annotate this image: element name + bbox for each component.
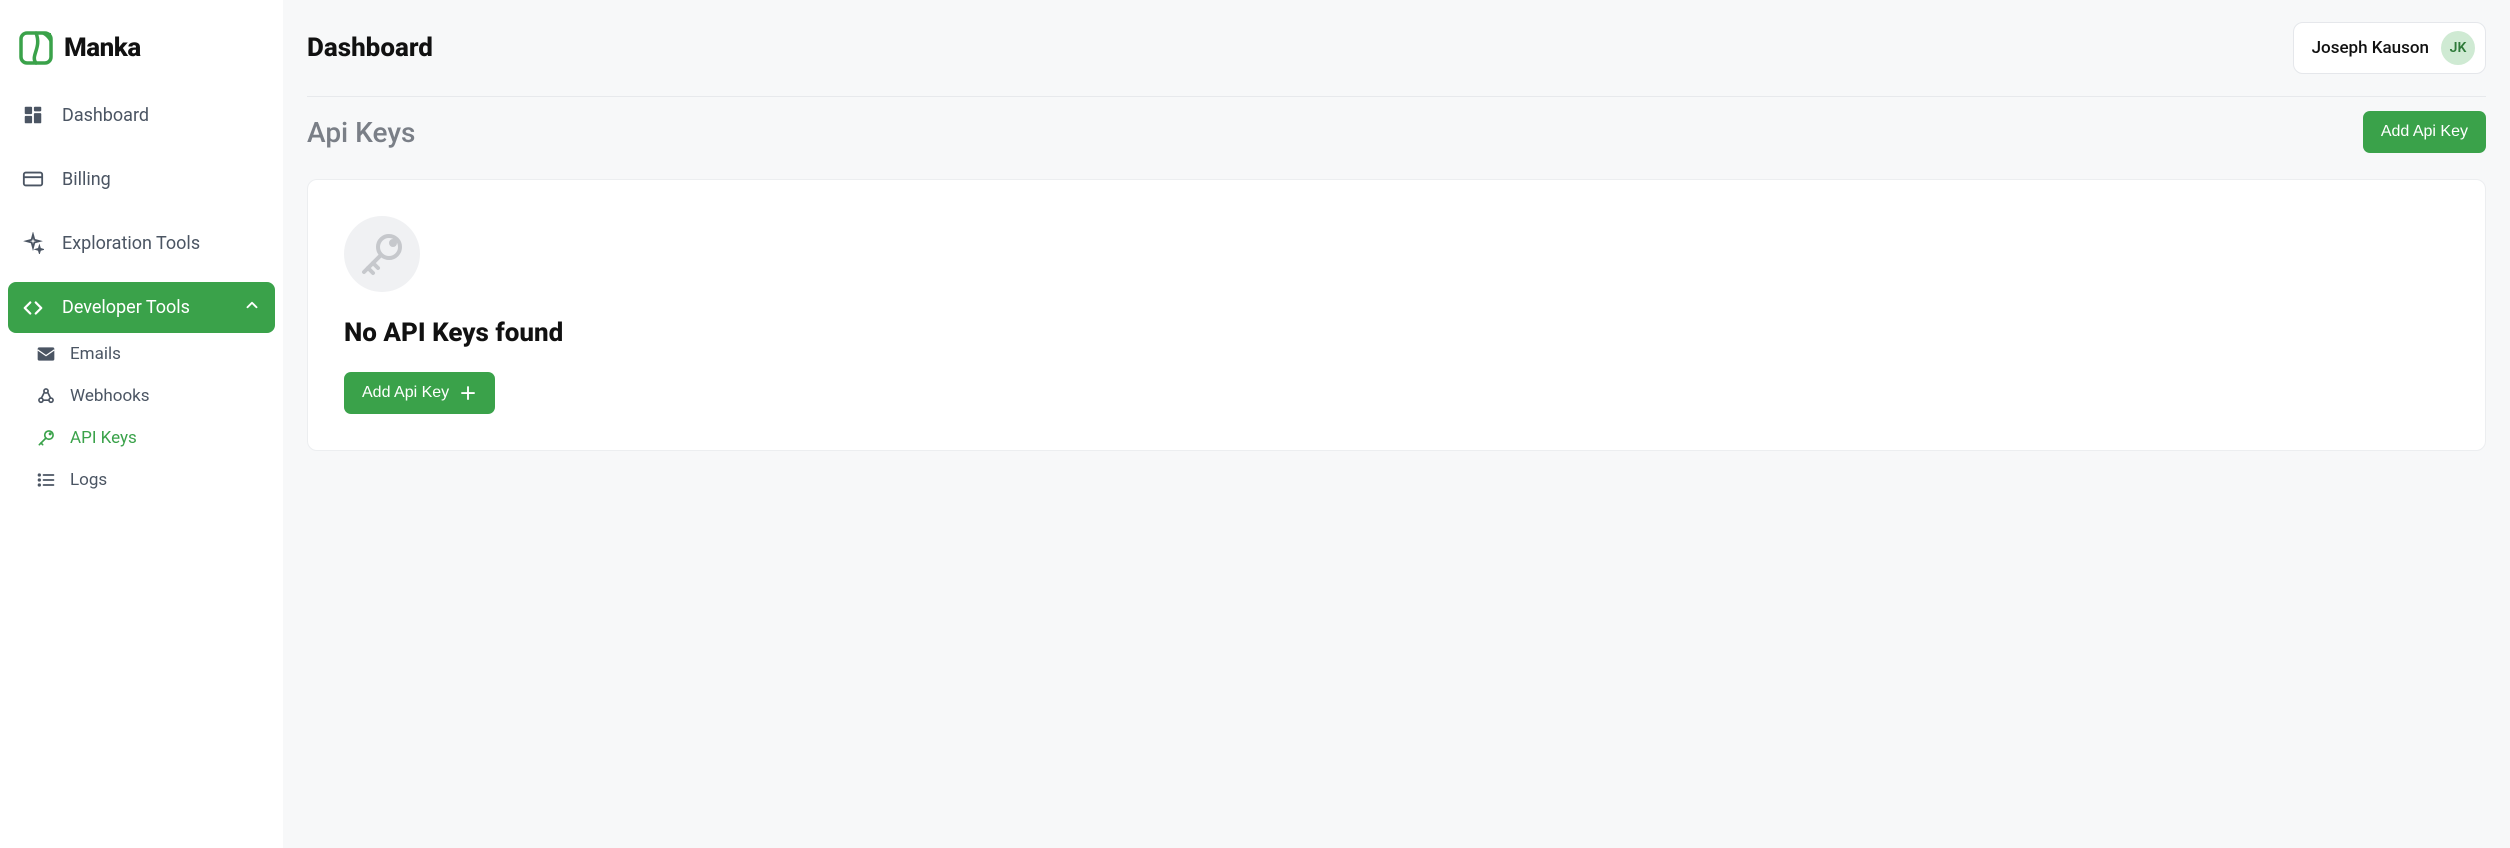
divider [307,96,2486,97]
empty-state-title: No API Keys found [344,318,2449,348]
dashboard-icon [22,104,44,126]
key-icon [344,216,420,292]
sidebar-subitem-label: Webhooks [70,386,150,406]
chevron-up-icon [243,296,261,319]
logo-icon [18,30,54,66]
button-label: Add Api Key [362,384,449,402]
credit-card-icon [22,168,44,190]
sidebar-item-label: Billing [62,169,111,190]
section-title: Api Keys [307,116,415,149]
sidebar-item-billing[interactable]: Billing [8,154,275,204]
sidebar-item-exploration-tools[interactable]: Exploration Tools [8,218,275,268]
sparkle-icon [22,232,44,254]
sidebar-item-label: Exploration Tools [62,233,200,254]
sidebar-item-dashboard[interactable]: Dashboard [8,90,275,140]
page-title: Dashboard [307,33,433,63]
avatar: JK [2441,31,2475,65]
sidebar: Manka Dashboard Billing [0,0,283,848]
header-row: Dashboard Joseph Kauson JK [307,22,2486,74]
sidebar-item-label: Dashboard [62,105,149,126]
sidebar-subitem-label: Emails [70,344,121,364]
sidebar-subitem-webhooks[interactable]: Webhooks [8,375,275,417]
plus-icon [459,384,477,402]
mail-icon [36,344,56,364]
code-icon [22,297,44,319]
sidebar-subitem-api-keys[interactable]: API Keys [8,417,275,459]
add-api-key-button[interactable]: Add Api Key [2363,111,2486,153]
sidebar-item-developer-tools[interactable]: Developer Tools [8,282,275,333]
api-keys-card: No API Keys found Add Api Key [307,179,2486,451]
list-icon [36,470,56,490]
section-header: Api Keys Add Api Key [307,111,2486,153]
user-name: Joseph Kauson [2312,38,2429,58]
sidebar-subitem-label: API Keys [70,428,137,448]
webhook-icon [36,386,56,406]
sidebar-subitem-label: Logs [70,470,107,490]
button-label: Add Api Key [2381,123,2468,141]
sidebar-subitem-logs[interactable]: Logs [8,459,275,501]
main-content: Dashboard Joseph Kauson JK Api Keys Add … [283,0,2510,848]
sidebar-item-label: Developer Tools [62,297,190,318]
brand-name: Manka [64,33,141,63]
sidebar-subitem-emails[interactable]: Emails [8,333,275,375]
user-menu[interactable]: Joseph Kauson JK [2293,22,2486,74]
key-icon [36,428,56,448]
add-api-key-button-empty[interactable]: Add Api Key [344,372,495,414]
brand-logo[interactable]: Manka [8,24,275,90]
